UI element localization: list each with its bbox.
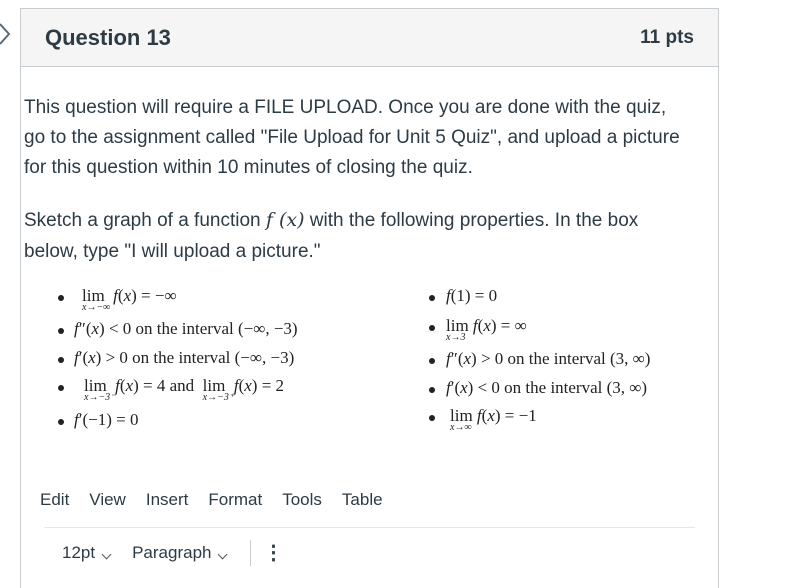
menu-format[interactable]: Format [208,490,262,510]
property-right-3: f″(x) > 0 on the interval (3, ∞) [446,349,651,368]
bullet [58,385,64,391]
question-points: 11 pts [640,26,694,48]
bullet [429,415,435,421]
bullet [429,358,435,364]
toolbar-divider [44,527,695,528]
property-left-5: f′(−1) = 0 [74,410,139,429]
bullet [429,325,435,331]
sketch-instructions: Sketch a graph of a function f (x) with … [24,205,684,267]
limit-subscript: x→−3⁻ [84,392,116,403]
question-header: Question 13 11 pts [21,9,718,67]
question-title: Question 13 [45,24,171,50]
question-instructions: This question will require a FILE UPLOAD… [24,93,684,183]
toolbar-separator [250,540,252,566]
menu-insert[interactable]: Insert [146,490,189,510]
upload-instructions: This question will require a FILE UPLOAD… [24,97,680,178]
bullet [58,357,64,363]
chevron-down-icon [218,549,228,560]
menu-edit[interactable]: Edit [40,490,69,510]
property-left-2: f″(x) < 0 on the interval (−∞, −3) [74,319,298,338]
chevron-right-icon[interactable] [0,21,20,47]
chevron-down-icon [101,549,112,560]
menu-table[interactable]: Table [342,490,383,510]
editor-toolbar: 12pt Paragraph ⋮ [62,540,283,566]
menu-view[interactable]: View [89,490,126,510]
bullet [429,387,435,393]
limit-subscript: x→−∞ [82,302,111,313]
block-format-select[interactable]: Paragraph [132,543,228,563]
block-format-value: Paragraph [132,543,212,562]
menu-tools[interactable]: Tools [282,490,322,510]
limit-subscript: x→−3⁺ [202,392,235,403]
property-left-1: lim x→−∞ f(x) = −∞ [82,286,177,313]
property-right-1: f(1) = 0 [446,286,498,305]
property-left-4: lim x→−3⁻ f(x) = 4 and lim x→−3⁺ f(x) = 2 [84,376,285,403]
more-options-icon[interactable]: ⋮ [263,543,283,563]
property-right-5: lim x→∞ f(x) = −1 [450,406,537,433]
bullet [429,295,435,301]
bullet [58,328,64,334]
property-left-3: f′(x) > 0 on the interval (−∞, −3) [74,348,295,367]
sketch-text-1: Sketch a graph of a function [24,210,266,231]
limit-subscript: x→3 [446,332,466,343]
editor-menubar: Edit View Insert Format Tools Table [40,490,403,510]
bullet [58,295,64,301]
limit-subscript: x→∞ [450,422,472,433]
font-size-value: 12pt [62,543,96,562]
property-right-4: f′(x) < 0 on the interval (3, ∞) [446,378,648,397]
function-notation: f (x) [265,209,305,231]
property-right-2: lim x→3 f(x) = ∞ [446,316,527,343]
bullet [58,419,64,425]
font-size-select[interactable]: 12pt [62,543,112,563]
